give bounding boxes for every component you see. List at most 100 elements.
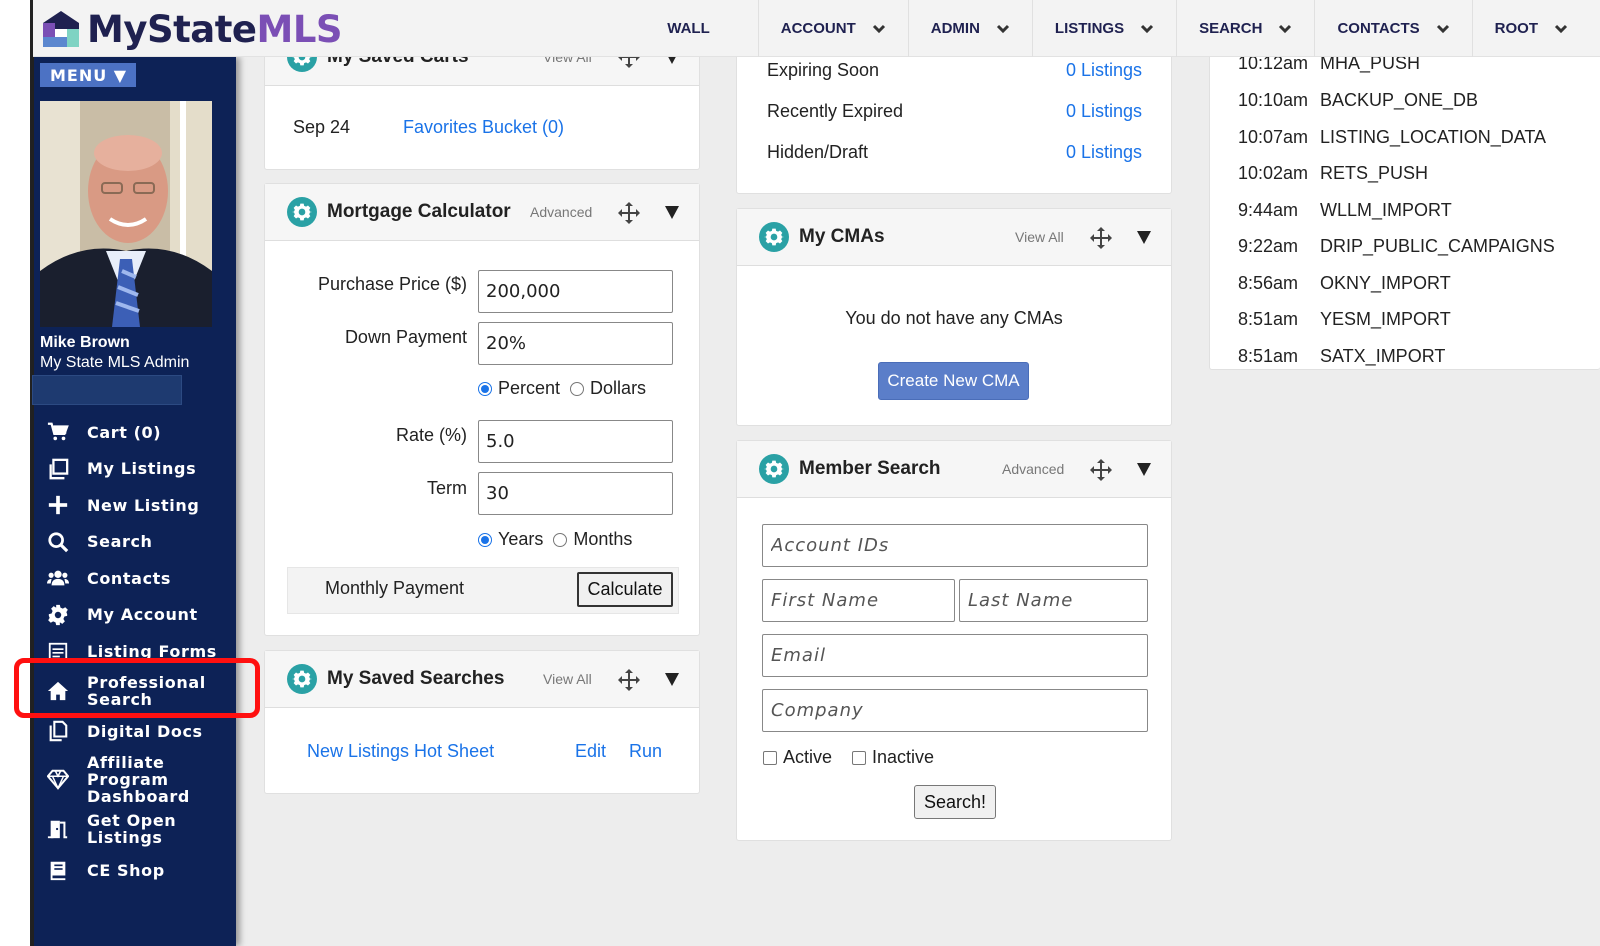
stat-value-link[interactable]: 0 Listings	[1066, 101, 1142, 122]
sidebar-item-listing-forms[interactable]: Listing Forms	[34, 633, 236, 670]
gear-icon[interactable]	[759, 454, 789, 484]
collapse-triangle-icon[interactable]	[1137, 463, 1151, 476]
cart-icon	[46, 420, 70, 444]
nav-root[interactable]: ROOT	[1471, 0, 1600, 57]
job-time: 9:44am	[1238, 200, 1299, 220]
member-search-header: Member Search Advanced	[737, 441, 1171, 498]
nav-account[interactable]: ACCOUNT	[757, 0, 908, 57]
sidebar-nav: Cart (0) My Listings New Listing Search …	[34, 414, 236, 890]
collapse-triangle-icon[interactable]	[665, 206, 679, 219]
user-role: My State MLS Admin	[40, 354, 190, 371]
chevron-down-icon	[1279, 24, 1292, 33]
sidebar-item-affiliate-program-dashboard[interactable]: Affiliate Program Dashboard	[34, 750, 236, 808]
years-radio[interactable]	[478, 532, 492, 547]
saved-search-run-link[interactable]: Run	[629, 741, 662, 762]
gear-icon[interactable]	[287, 664, 317, 694]
percent-radio[interactable]	[478, 381, 492, 396]
app-logo[interactable]: MyStateMLS	[41, 6, 343, 52]
down-payment-type: Percent Dollars	[478, 378, 646, 399]
move-icon[interactable]	[1089, 458, 1113, 482]
job-log-row: 8:56am OKNY_IMPORT	[1238, 273, 1451, 294]
job-name: YESM_IMPORT	[1320, 309, 1451, 329]
job-log-row: 10:10am BACKUP_ONE_DB	[1238, 90, 1478, 111]
left-window-edge	[0, 0, 33, 946]
gear-icon[interactable]	[759, 222, 789, 252]
saved-search-link[interactable]: New Listings Hot Sheet	[307, 741, 494, 762]
user-selector-box[interactable]	[32, 375, 182, 405]
member-search-advanced-link[interactable]: Advanced	[1002, 461, 1064, 477]
book-icon	[46, 858, 70, 882]
avatar	[40, 101, 212, 327]
gear-icon[interactable]	[287, 197, 317, 227]
stat-value-link[interactable]: 0 Listings	[1066, 60, 1142, 81]
search-icon	[46, 530, 70, 554]
sidebar-item-my-listings[interactable]: My Listings	[34, 450, 236, 487]
job-log-row: 9:22am DRIP_PUBLIC_CAMPAIGNS	[1238, 236, 1555, 257]
saved-cart-link[interactable]: Favorites Bucket (0)	[403, 117, 564, 138]
status-filters: Active Inactive	[763, 747, 934, 768]
chevron-down-icon	[996, 24, 1009, 33]
term-input[interactable]	[478, 472, 673, 515]
months-radio[interactable]	[553, 532, 568, 547]
purchase-price-input[interactable]	[478, 270, 673, 313]
company-input[interactable]	[762, 689, 1148, 732]
job-log-row: 8:51am YESM_IMPORT	[1238, 309, 1451, 330]
monthly-payment-label: Monthly Payment	[325, 578, 465, 598]
nav-admin[interactable]: ADMIN	[907, 0, 1032, 57]
cmas-card: My CMAs View All You do not have any CMA…	[736, 208, 1172, 426]
create-new-cma-button[interactable]: Create New CMA	[878, 362, 1029, 400]
last-name-input[interactable]	[959, 579, 1148, 622]
users-icon	[46, 566, 70, 590]
collapse-triangle-icon[interactable]	[1137, 231, 1151, 244]
down-payment-input[interactable]	[478, 322, 673, 365]
inactive-checkbox[interactable]	[852, 750, 867, 765]
saved-searches-view-all-link[interactable]: View All	[543, 671, 592, 687]
sidebar-item-search[interactable]: Search	[34, 523, 236, 560]
collapse-triangle-icon[interactable]	[665, 673, 679, 686]
sidebar-item-digital-docs[interactable]: Digital Docs	[34, 712, 236, 750]
sidebar-item-get-open-listings[interactable]: Get Open Listings	[34, 808, 236, 850]
job-name: WLLM_IMPORT	[1320, 200, 1452, 220]
dollars-radio[interactable]	[570, 381, 585, 396]
nav-contacts[interactable]: CONTACTS	[1314, 0, 1471, 57]
member-search-button[interactable]: Search!	[914, 785, 996, 819]
chevron-down-icon	[872, 24, 885, 33]
cmas-view-all-link[interactable]: View All	[1015, 229, 1064, 245]
nav-listings[interactable]: LISTINGS	[1031, 0, 1176, 57]
nav-search[interactable]: SEARCH	[1176, 0, 1314, 57]
user-photo	[40, 101, 212, 327]
sidebar: MENU ▼ Mike Brown My State MLS Admin Car…	[32, 57, 236, 946]
email-input[interactable]	[762, 634, 1148, 677]
sidebar-item-new-listing[interactable]: New Listing	[34, 487, 236, 523]
saved-search-edit-link[interactable]: Edit	[575, 741, 606, 762]
door-icon	[46, 817, 70, 841]
move-icon[interactable]	[1089, 226, 1113, 250]
chevron-down-icon	[1436, 24, 1449, 33]
calculate-button[interactable]: Calculate	[577, 572, 673, 607]
job-name: DRIP_PUBLIC_CAMPAIGNS	[1320, 236, 1555, 256]
home-icon	[46, 679, 70, 703]
nav-wall[interactable]: WALL	[645, 0, 758, 57]
job-name: SATX_IMPORT	[1320, 346, 1446, 366]
sidebar-item-cart[interactable]: Cart (0)	[34, 414, 236, 450]
account-ids-input[interactable]	[762, 524, 1148, 567]
menu-toggle-button[interactable]: MENU ▼	[40, 63, 136, 87]
mortgage-advanced-link[interactable]: Advanced	[530, 204, 592, 220]
sidebar-item-professional-search[interactable]: Professional Search	[34, 670, 236, 712]
job-log-row: 10:02am RETS_PUSH	[1238, 163, 1428, 184]
sidebar-item-my-account[interactable]: My Account	[34, 596, 236, 633]
stat-value-link[interactable]: 0 Listings	[1066, 142, 1142, 163]
sidebar-item-contacts[interactable]: Contacts	[34, 560, 236, 596]
plus-icon	[46, 493, 70, 517]
job-name: RETS_PUSH	[1320, 163, 1429, 183]
active-checkbox[interactable]	[763, 750, 777, 765]
move-icon[interactable]	[617, 201, 641, 225]
rate-input[interactable]	[478, 420, 673, 463]
sidebar-item-ce-shop[interactable]: CE Shop	[34, 850, 236, 890]
form-icon	[46, 640, 70, 664]
first-name-input[interactable]	[762, 579, 955, 622]
logo-wordmark: MyStateMLS	[87, 7, 343, 51]
move-icon[interactable]	[617, 668, 641, 692]
house-logo-icon	[43, 11, 79, 47]
copy-icon	[46, 457, 70, 481]
